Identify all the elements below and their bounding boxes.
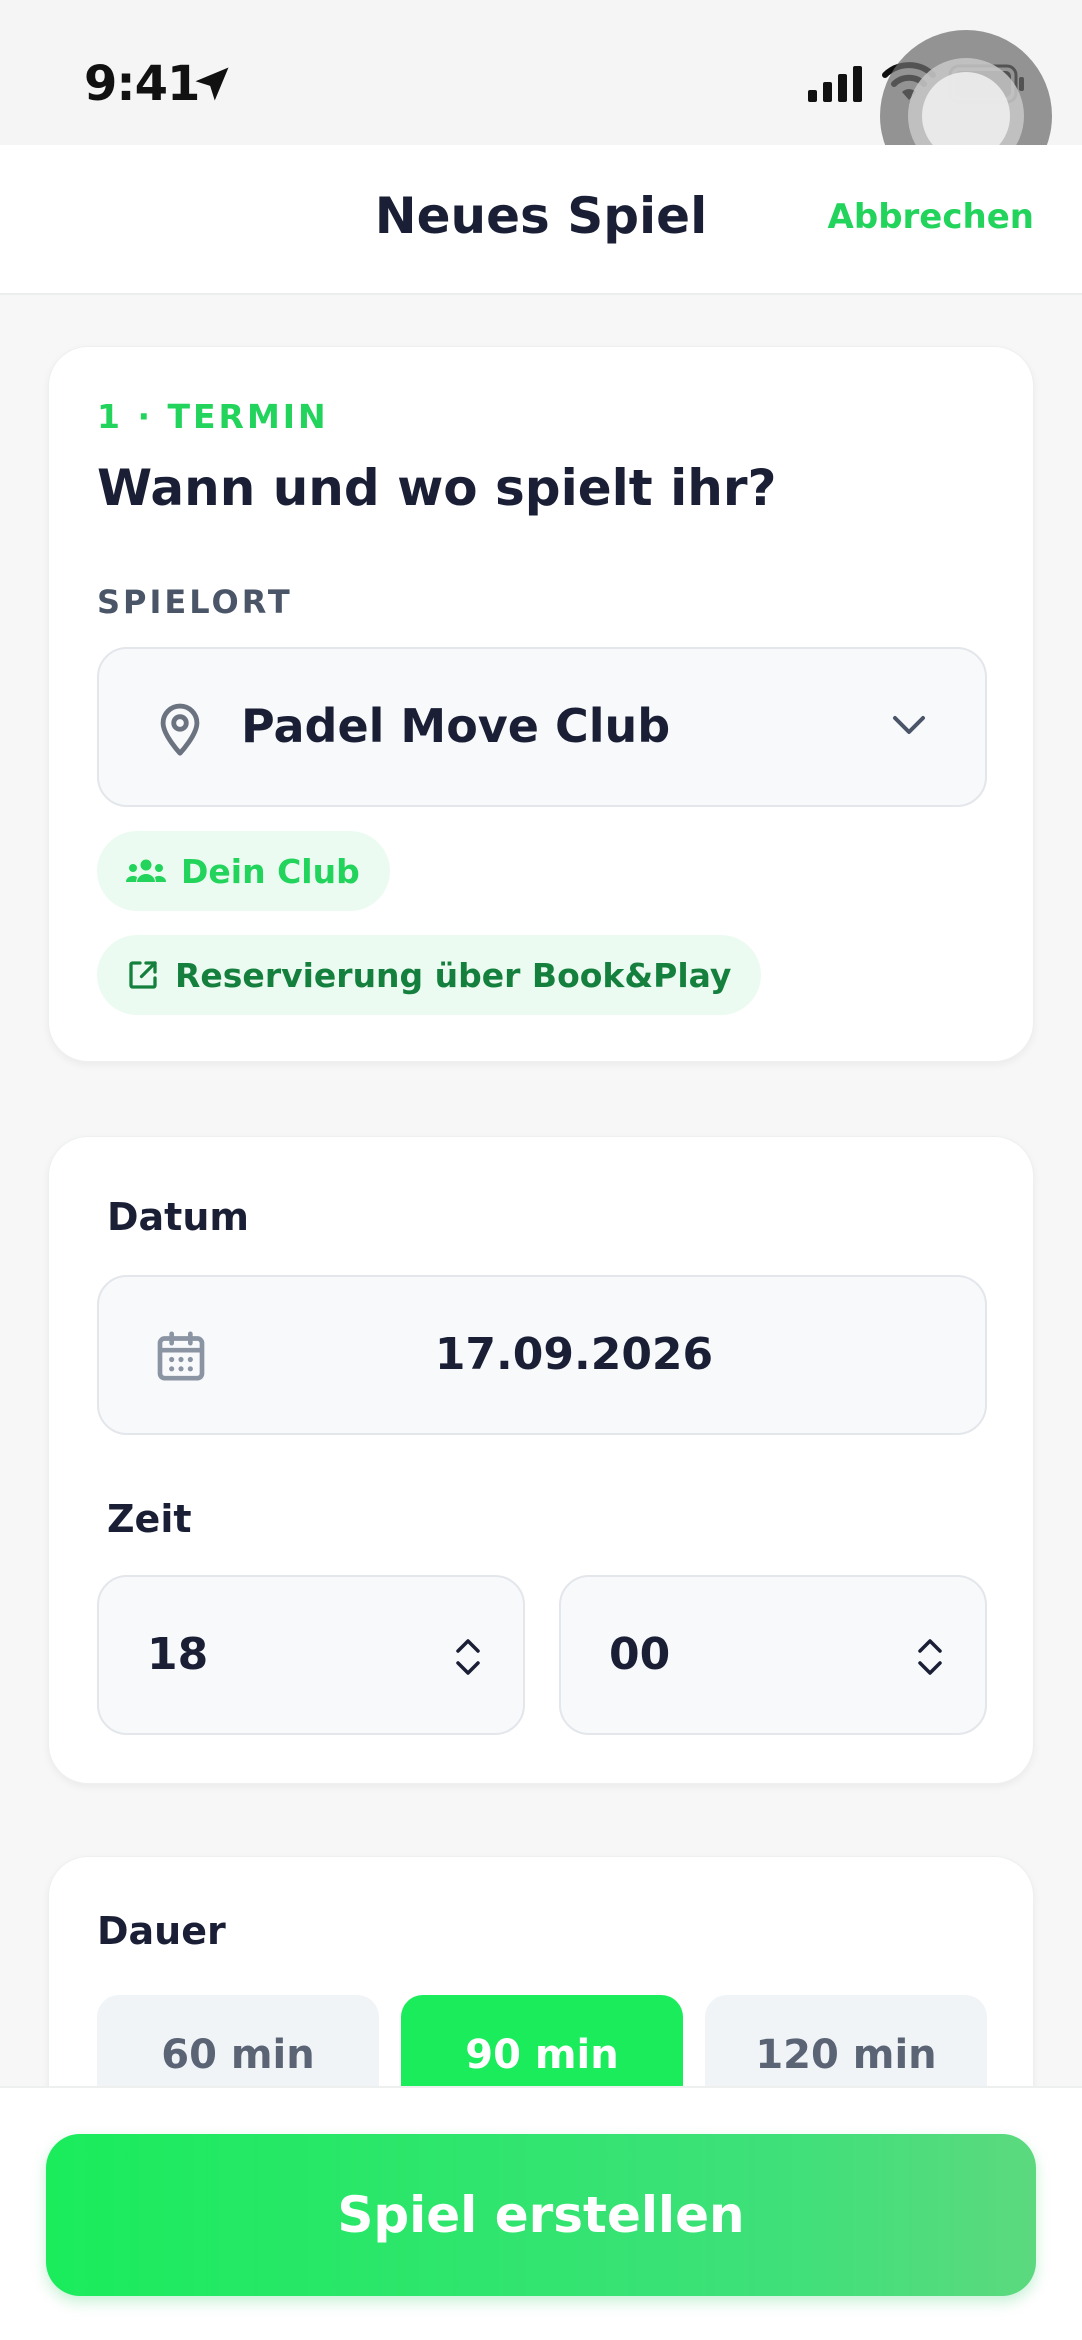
chevron-down-icon: [893, 716, 925, 734]
nav-header: Neues Spiel Abbrechen: [0, 145, 1082, 295]
date-field[interactable]: 17.09.2026: [97, 1275, 987, 1435]
location-caption: SPIELORT: [97, 583, 293, 621]
location-value: Padel Move Club: [241, 699, 671, 753]
status-bar: 9:41: [0, 0, 1082, 202]
time-label: Zeit: [107, 1497, 192, 1541]
date-value: 17.09.2026: [434, 1329, 714, 1380]
section-question: Wann und wo spielt ihr?: [97, 459, 777, 517]
location-select[interactable]: Padel Move Club: [97, 647, 987, 807]
hour-value: 18: [147, 1629, 209, 1680]
booking-link[interactable]: Reservierung über Book&Play: [97, 935, 762, 1015]
minute-picker[interactable]: 00: [559, 1575, 987, 1735]
status-time: 9:41: [84, 56, 200, 112]
date-label: Datum: [107, 1195, 249, 1239]
external-link-icon: [129, 961, 157, 989]
club-badge-label: Dein Club: [181, 851, 360, 891]
club-badge: Dein Club: [97, 831, 390, 911]
booking-link-label: Reservierung über Book&Play: [175, 955, 732, 995]
minute-value: 00: [609, 1629, 671, 1680]
up-down-chevron-icon: [456, 1639, 480, 1675]
group-icon: [125, 859, 167, 882]
location-arrow-icon: [195, 67, 229, 101]
create-game-button[interactable]: Spiel erstellen: [46, 2134, 1036, 2296]
location-card: 1 · TERMIN Wann und wo spielt ihr? SPIEL…: [48, 346, 1034, 1062]
map-pin-icon: [160, 703, 200, 756]
datetime-card: Datum 17.09.2026 Zeit 18 00: [48, 1136, 1034, 1784]
hour-picker[interactable]: 18: [97, 1575, 525, 1735]
cancel-button[interactable]: Abbrechen: [828, 197, 1034, 237]
bottom-bar: Spiel erstellen: [0, 2086, 1082, 2340]
cellular-signal-icon: [808, 66, 862, 102]
duration-label: Dauer: [97, 1909, 226, 1953]
up-down-chevron-icon: [918, 1639, 942, 1675]
step-label: 1 · TERMIN: [97, 397, 329, 436]
